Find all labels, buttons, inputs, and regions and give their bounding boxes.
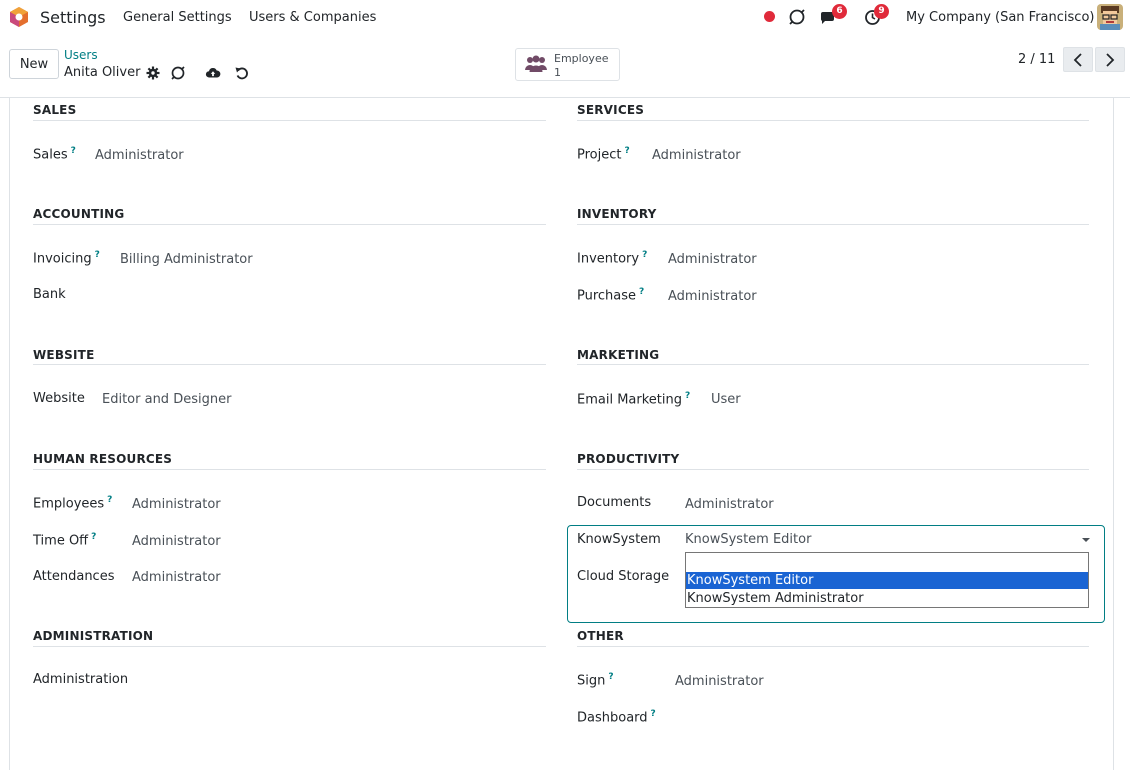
form-sheet xyxy=(9,98,1114,770)
field-label-website: Website xyxy=(33,391,85,406)
gear-icon[interactable] xyxy=(145,65,161,81)
menu-users-companies[interactable]: Users & Companies xyxy=(249,10,376,25)
sync-icon[interactable] xyxy=(170,65,186,81)
help-tooltip-icon[interactable]: ? xyxy=(651,709,656,719)
knowsystem-select[interactable]: KnowSystem Editor xyxy=(685,532,811,547)
field-value-purchase[interactable]: Administrator xyxy=(668,289,757,304)
help-tooltip-icon[interactable]: ? xyxy=(608,672,613,682)
dropdown-option-administrator[interactable]: KnowSystem Administrator xyxy=(686,590,1088,607)
employee-smart-button[interactable]: Employee 1 xyxy=(515,48,620,81)
section-divider xyxy=(577,646,1089,647)
section-divider xyxy=(33,646,546,647)
section-title-accounting: ACCOUNTING xyxy=(33,207,125,221)
section-title-human-resources: HUMAN RESOURCES xyxy=(33,452,173,466)
section-divider xyxy=(33,469,546,470)
help-tooltip-icon[interactable]: ? xyxy=(642,250,647,260)
field-value-sales[interactable]: Administrator xyxy=(95,148,184,163)
smart-button-count: 1 xyxy=(554,66,561,79)
company-switcher[interactable]: My Company (San Francisco) xyxy=(906,10,1094,25)
field-value-invoicing[interactable]: Billing Administrator xyxy=(120,252,253,267)
undo-discard-icon[interactable] xyxy=(234,65,250,81)
section-divider xyxy=(577,364,1089,365)
activity-badge: 9 xyxy=(874,4,889,19)
field-value-employees[interactable]: Administrator xyxy=(132,497,221,512)
field-label-invoicing: Invoicing? xyxy=(33,250,100,267)
field-value-email-marketing[interactable]: User xyxy=(711,392,741,407)
field-value-attendances[interactable]: Administrator xyxy=(132,570,221,585)
recording-indicator-icon[interactable] xyxy=(764,11,775,22)
help-tooltip-icon[interactable]: ? xyxy=(91,532,96,542)
section-divider xyxy=(577,469,1089,470)
field-label-time-off: Time Off? xyxy=(33,532,97,549)
discuss-refresh-icon[interactable] xyxy=(788,8,806,26)
section-divider xyxy=(33,120,546,121)
help-tooltip-icon[interactable]: ? xyxy=(624,146,629,156)
top-navbar: Settings General Settings Users & Compan… xyxy=(0,0,1130,34)
help-tooltip-icon[interactable]: ? xyxy=(639,287,644,297)
field-label-sales: Sales? xyxy=(33,146,76,163)
new-button[interactable]: New xyxy=(9,49,59,79)
breadcrumb-users-link[interactable]: Users xyxy=(64,48,98,62)
section-title-productivity: PRODUCTIVITY xyxy=(577,452,680,466)
section-divider xyxy=(577,120,1089,121)
pager-value[interactable]: 2 / 11 xyxy=(1018,52,1055,67)
field-label-email-marketing: Email Marketing? xyxy=(577,391,691,408)
help-tooltip-icon[interactable]: ? xyxy=(71,146,76,156)
cloud-upload-icon[interactable] xyxy=(205,65,221,81)
section-title-services: SERVICES xyxy=(577,103,645,117)
field-label-attendances: Attendances xyxy=(33,569,115,584)
pager-next-button[interactable] xyxy=(1095,47,1125,72)
section-title-sales: SALES xyxy=(33,103,77,117)
field-value-inventory[interactable]: Administrator xyxy=(668,252,757,267)
section-title-other: OTHER xyxy=(577,629,624,643)
field-value-project[interactable]: Administrator xyxy=(652,148,741,163)
help-tooltip-icon[interactable]: ? xyxy=(95,250,100,260)
field-value-time-off[interactable]: Administrator xyxy=(132,534,221,549)
section-title-website: WEBSITE xyxy=(33,348,95,362)
field-label-knowsystem: KnowSystem xyxy=(577,532,661,547)
field-label-administration: Administration xyxy=(33,672,129,687)
field-label-project: Project? xyxy=(577,146,630,163)
section-divider xyxy=(33,224,546,225)
help-tooltip-icon[interactable]: ? xyxy=(107,495,112,505)
user-avatar[interactable] xyxy=(1097,4,1123,30)
section-divider xyxy=(33,364,546,365)
field-value-sign[interactable]: Administrator xyxy=(675,674,764,689)
section-title-inventory: INVENTORY xyxy=(577,207,657,221)
section-title-marketing: MARKETING xyxy=(577,348,660,362)
smart-button-label: Employee xyxy=(554,52,609,65)
caret-down-icon[interactable] xyxy=(1082,538,1090,542)
menu-general-settings[interactable]: General Settings xyxy=(123,10,232,25)
pager-previous-button[interactable] xyxy=(1063,47,1093,72)
chevron-right-icon xyxy=(1106,53,1115,67)
section-title-administration: ADMINISTRATION xyxy=(33,629,154,643)
chat-badge: 6 xyxy=(832,4,847,19)
field-label-bank: Bank xyxy=(33,287,66,302)
users-group-icon xyxy=(525,55,547,72)
knowsystem-dropdown-list: KnowSystem Editor KnowSystem Administrat… xyxy=(685,552,1089,608)
field-label-purchase: Purchase? xyxy=(577,287,645,304)
odoo-app-icon[interactable] xyxy=(8,6,30,28)
field-label-documents: Documents xyxy=(577,495,652,510)
dropdown-option-editor[interactable]: KnowSystem Editor xyxy=(686,572,1088,589)
breadcrumb-current-record: Anita Oliver xyxy=(64,65,141,80)
field-value-website[interactable]: Editor and Designer xyxy=(102,392,231,407)
dropdown-option-empty[interactable] xyxy=(686,553,1088,570)
chevron-left-icon xyxy=(1073,53,1082,67)
field-label-cloud-storage: Cloud Storage xyxy=(577,569,670,584)
control-panel: New Users Anita Oliver Employee 1 2 / 11 xyxy=(0,34,1130,98)
app-title[interactable]: Settings xyxy=(40,8,106,27)
field-label-dashboard: Dashboard? xyxy=(577,709,656,726)
section-divider xyxy=(577,224,1089,225)
field-value-documents[interactable]: Administrator xyxy=(685,497,774,512)
field-label-sign: Sign? xyxy=(577,672,614,689)
help-tooltip-icon[interactable]: ? xyxy=(685,391,690,401)
field-label-inventory: Inventory? xyxy=(577,250,648,267)
field-label-employees: Employees? xyxy=(33,495,113,512)
